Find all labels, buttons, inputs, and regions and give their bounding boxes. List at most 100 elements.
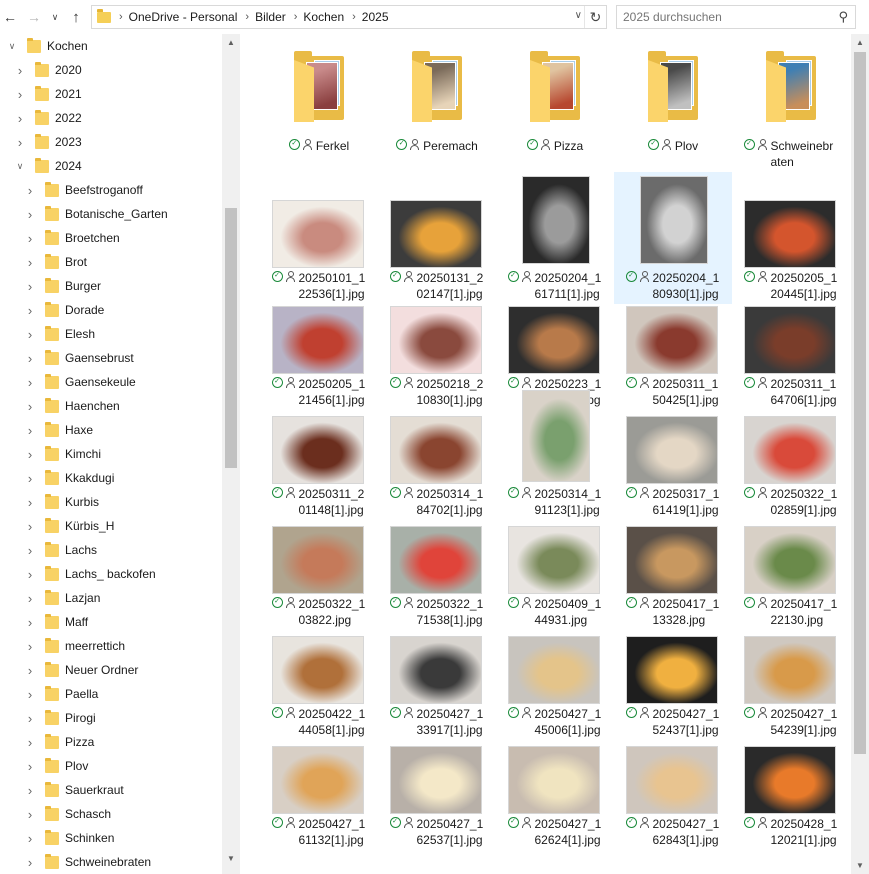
chevron-right-icon[interactable]: ›: [24, 807, 36, 822]
image-tile[interactable]: ✓ 20250218_210830[1].jpg: [378, 304, 496, 414]
chevron-right-icon[interactable]: ›: [14, 63, 26, 78]
scrollbar-thumb[interactable]: [225, 208, 237, 468]
tree-item[interactable]: › Lachs: [0, 538, 222, 562]
scroll-down-icon[interactable]: ▼: [851, 861, 869, 870]
scroll-up-icon[interactable]: ▲: [851, 38, 869, 47]
tree-item[interactable]: › 2022: [0, 106, 222, 130]
search-box[interactable]: ⚲: [616, 5, 856, 29]
folder-tile[interactable]: ✓ Peremach: [378, 42, 496, 170]
chevron-down-icon[interactable]: ∨: [575, 10, 582, 21]
chevron-right-icon[interactable]: ›: [24, 591, 36, 606]
search-icon[interactable]: ⚲: [838, 9, 848, 25]
chevron-right-icon[interactable]: ›: [24, 351, 36, 366]
image-tile[interactable]: ✓ 20250427_145006[1].jpg: [496, 634, 614, 744]
arrow-right-icon[interactable]: →: [24, 5, 44, 29]
folder-tile[interactable]: ✓ Schweinebraten: [732, 42, 850, 170]
tree-item[interactable]: › Kurbis: [0, 490, 222, 514]
folder-tile[interactable]: ✓ Plov: [614, 42, 732, 170]
chevron-right-icon[interactable]: ›: [14, 135, 26, 150]
tree-item[interactable]: › meerrettich: [0, 634, 222, 658]
tree-item[interactable]: › 2021: [0, 82, 222, 106]
chevron-right-icon[interactable]: ›: [14, 87, 26, 102]
tree-item[interactable]: › Burger: [0, 274, 222, 298]
chevron-right-icon[interactable]: ›: [24, 831, 36, 846]
breadcrumb-onedrive[interactable]: OneDrive - Personal: [129, 10, 238, 24]
arrow-up-icon[interactable]: ↑: [66, 5, 86, 29]
tree-item[interactable]: › Gaensebrust: [0, 346, 222, 370]
chevron-right-icon[interactable]: ›: [24, 711, 36, 726]
chevron-right-icon[interactable]: ›: [24, 303, 36, 318]
image-tile[interactable]: ✓ 20250422_144058[1].jpg: [260, 634, 378, 744]
chevron-right-icon[interactable]: ›: [24, 543, 36, 558]
tree-item[interactable]: › Gaensekeule: [0, 370, 222, 394]
scroll-up-icon[interactable]: ▲: [222, 38, 240, 52]
image-tile[interactable]: ✓ 20250427_162843[1].jpg: [614, 744, 732, 854]
chevron-right-icon[interactable]: ›: [24, 567, 36, 582]
image-tile[interactable]: ✓ 20250101_122536[1].jpg: [260, 172, 378, 304]
scrollbar-thumb[interactable]: [854, 52, 866, 754]
chevron-right-icon[interactable]: ›: [14, 111, 26, 126]
chevron-right-icon[interactable]: ›: [24, 207, 36, 222]
chevron-right-icon[interactable]: ›: [24, 375, 36, 390]
chevron-right-icon[interactable]: ›: [24, 783, 36, 798]
chevron-right-icon[interactable]: ›: [24, 687, 36, 702]
image-tile[interactable]: ✓ 20250205_121456[1].jpg: [260, 304, 378, 414]
chevron-right-icon[interactable]: ›: [24, 423, 36, 438]
tree-item[interactable]: › Haenchen: [0, 394, 222, 418]
image-tile[interactable]: ✓ 20250131_202147[1].jpg: [378, 172, 496, 304]
tree-item[interactable]: › Pirogi: [0, 706, 222, 730]
arrow-left-icon[interactable]: ←: [0, 5, 20, 29]
chevron-right-icon[interactable]: ›: [24, 519, 36, 534]
tree-item[interactable]: › Maff: [0, 610, 222, 634]
image-tile[interactable]: ✓ 20250311_164706[1].jpg: [732, 304, 850, 414]
address-bar[interactable]: › OneDrive - Personal › Bilder › Kochen …: [91, 5, 607, 29]
image-tile[interactable]: ✓ 20250427_133917[1].jpg: [378, 634, 496, 744]
image-tile[interactable]: ✓ 20250427_161132[1].jpg: [260, 744, 378, 854]
chevron-right-icon[interactable]: ›: [24, 855, 36, 870]
tree-item[interactable]: › Elesh: [0, 322, 222, 346]
content-scrollbar[interactable]: ▲ ▼: [851, 34, 869, 874]
chevron-right-icon[interactable]: ›: [24, 471, 36, 486]
chevron-right-icon[interactable]: ›: [24, 639, 36, 654]
chevron-right-icon[interactable]: ›: [24, 231, 36, 246]
image-tile[interactable]: ✓ 20250317_161419[1].jpg: [614, 414, 732, 524]
image-tile[interactable]: ✓ 20250322_103822.jpg: [260, 524, 378, 634]
image-tile[interactable]: ✓ 20250427_152437[1].jpg: [614, 634, 732, 744]
tree-item[interactable]: › Sauerkraut: [0, 778, 222, 802]
image-tile[interactable]: ✓ 20250427_162624[1].jpg: [496, 744, 614, 854]
image-tile[interactable]: ✓ 20250428_112021[1].jpg: [732, 744, 850, 854]
tree-item[interactable]: ∨ 2024: [0, 154, 222, 178]
image-tile[interactable]: ✓ 20250311_150425[1].jpg: [614, 304, 732, 414]
chevron-right-icon[interactable]: ›: [24, 279, 36, 294]
search-input[interactable]: [623, 10, 823, 24]
chevron-right-icon[interactable]: ›: [24, 495, 36, 510]
chevron-right-icon[interactable]: ›: [24, 399, 36, 414]
image-tile[interactable]: ✓ 20250314_184702[1].jpg: [378, 414, 496, 524]
tree-item[interactable]: › Beefstroganoff: [0, 178, 222, 202]
image-tile[interactable]: ✓ 20250204_180930[1].jpg: [614, 172, 732, 304]
tree-item[interactable]: › Neuer Ordner: [0, 658, 222, 682]
tree-item[interactable]: › Schasch: [0, 802, 222, 826]
chevron-right-icon[interactable]: ›: [24, 255, 36, 270]
chevron-right-icon[interactable]: ›: [24, 759, 36, 774]
refresh-icon[interactable]: ↻: [584, 6, 606, 28]
tree-item[interactable]: › Lazjan: [0, 586, 222, 610]
chevron-right-icon[interactable]: ›: [24, 327, 36, 342]
tree-item[interactable]: › Schweinebraten: [0, 850, 222, 874]
chevron-down-icon[interactable]: ∨: [6, 41, 18, 52]
tree-item[interactable]: › Broetchen: [0, 226, 222, 250]
tree-item[interactable]: › Lachs_ backofen: [0, 562, 222, 586]
image-tile[interactable]: ✓ 20250409_144931.jpg: [496, 524, 614, 634]
tree-item[interactable]: › Kürbis_H: [0, 514, 222, 538]
chevron-right-icon[interactable]: ›: [24, 735, 36, 750]
image-tile[interactable]: ✓ 20250417_122130.jpg: [732, 524, 850, 634]
chevron-down-icon[interactable]: ∨: [14, 161, 26, 172]
image-tile[interactable]: ✓ 20250427_162537[1].jpg: [378, 744, 496, 854]
image-tile[interactable]: ✓ 20250314_191123[1].jpg: [496, 390, 614, 524]
tree-item[interactable]: › 2020: [0, 58, 222, 82]
tree-item[interactable]: › Dorade: [0, 298, 222, 322]
chevron-down-icon[interactable]: ∨: [48, 5, 62, 29]
image-tile[interactable]: ✓ 20250204_161711[1].jpg: [496, 172, 614, 304]
scroll-down-icon[interactable]: ▼: [222, 854, 240, 868]
chevron-right-icon[interactable]: ›: [24, 663, 36, 678]
